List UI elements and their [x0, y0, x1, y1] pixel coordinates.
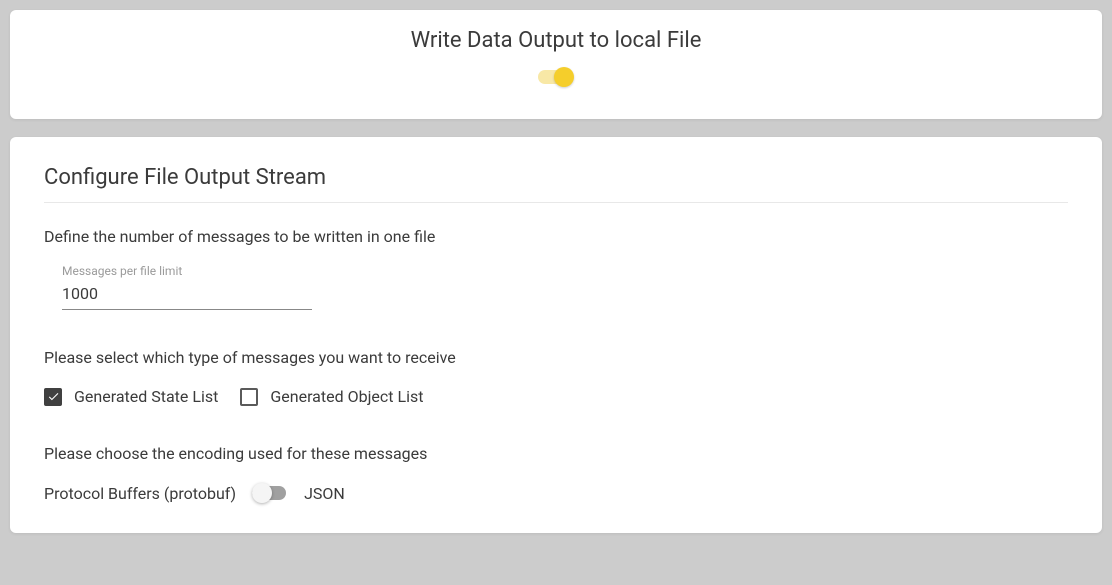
- toggle-thumb: [252, 483, 272, 503]
- toggle-thumb: [554, 67, 574, 87]
- messages-limit-input-group: Messages per file limit: [62, 264, 312, 310]
- protobuf-label: Protocol Buffers (protobuf): [44, 484, 236, 503]
- check-icon: [47, 390, 60, 403]
- encoding-section-label: Please choose the encoding used for thes…: [44, 444, 1068, 463]
- generated-object-list-label: Generated Object List: [270, 387, 423, 406]
- write-data-output-panel: Write Data Output to local File: [10, 10, 1102, 119]
- encoding-row: Protocol Buffers (protobuf) JSON: [44, 483, 1068, 503]
- generated-object-list-item: Generated Object List: [240, 387, 423, 406]
- generated-object-list-checkbox[interactable]: [240, 388, 258, 406]
- configure-file-output-title: Configure File Output Stream: [44, 165, 1068, 203]
- message-types-row: Generated State List Generated Object Li…: [44, 387, 1068, 406]
- write-data-output-title: Write Data Output to local File: [34, 28, 1078, 53]
- generated-state-list-label: Generated State List: [74, 387, 218, 406]
- file-output-toggle[interactable]: [538, 67, 574, 87]
- generated-state-list-item: Generated State List: [44, 387, 218, 406]
- generated-state-list-checkbox[interactable]: [44, 388, 62, 406]
- messages-per-file-input[interactable]: [62, 280, 312, 310]
- messages-limit-label: Define the number of messages to be writ…: [44, 227, 1068, 246]
- messages-per-file-label: Messages per file limit: [62, 264, 312, 278]
- message-types-label: Please select which type of messages you…: [44, 348, 1068, 367]
- configure-file-output-panel: Configure File Output Stream Define the …: [10, 137, 1102, 533]
- encoding-toggle[interactable]: [252, 483, 288, 503]
- json-label: JSON: [304, 484, 345, 503]
